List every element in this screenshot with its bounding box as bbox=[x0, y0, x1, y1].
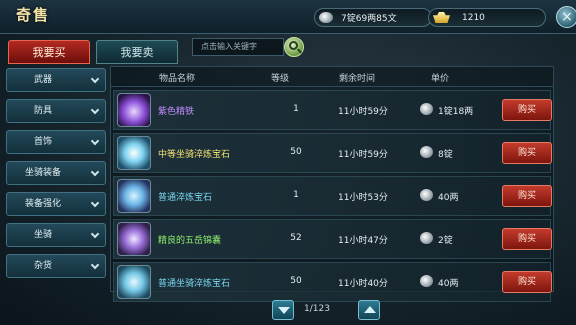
item-time: 11小时59分 bbox=[338, 107, 388, 117]
table-header: 物品名称 等级 剩余时间 单价 bbox=[111, 67, 553, 87]
item-name: 中等坐骑淬炼宝石 bbox=[158, 150, 231, 160]
chevron-down-icon bbox=[90, 260, 100, 270]
sidebar-item-label: 武器 bbox=[33, 75, 52, 85]
gem-icon bbox=[117, 265, 151, 299]
pouch-icon bbox=[117, 222, 151, 256]
table-row[interactable]: 中等坐骑淬炼宝石 50 11小时59分 8锭 购买 bbox=[113, 133, 552, 173]
table-row[interactable]: 紫色精铁 1 11小时59分 1锭18两 购买 bbox=[113, 90, 552, 130]
silver-coin-icon bbox=[420, 189, 433, 201]
gold-amount: 1210 bbox=[462, 12, 485, 23]
chevron-down-icon bbox=[90, 198, 100, 208]
header-time: 剩余时间 bbox=[339, 74, 376, 84]
chevron-down-icon bbox=[90, 136, 100, 146]
sidebar-item-label: 杂货 bbox=[33, 261, 52, 271]
gold-currency: 1210 bbox=[428, 8, 546, 27]
header-price: 单价 bbox=[431, 74, 450, 84]
item-price: 40两 bbox=[438, 193, 459, 203]
table-row[interactable]: 精良的五岳锦囊 52 11小时47分 2锭 购买 bbox=[113, 219, 552, 259]
item-price: 40两 bbox=[438, 279, 459, 289]
item-level: 1 bbox=[293, 104, 299, 114]
silver-coin-icon bbox=[420, 275, 433, 287]
header-name: 物品名称 bbox=[159, 74, 196, 84]
tab-sell[interactable]: 我要卖 bbox=[96, 40, 178, 64]
chevron-down-icon bbox=[90, 74, 100, 84]
auction-window: 奇售 7锭69两85文 1210 × 我要买 我要卖 点击输入关键字 武器 防具… bbox=[0, 0, 576, 325]
listing-table: 物品名称 等级 剩余时间 单价 紫色精铁 1 11小时59分 1锭18两 购买 … bbox=[110, 66, 554, 302]
search-button[interactable] bbox=[284, 37, 304, 57]
sidebar-item-weapons[interactable]: 武器 bbox=[6, 68, 106, 92]
category-sidebar: 武器 防具 首饰 坐骑装备 装备强化 坐骑 杂货 bbox=[6, 68, 106, 285]
item-level: 1 bbox=[293, 190, 299, 200]
item-price: 2锭 bbox=[438, 236, 453, 246]
sidebar-item-misc[interactable]: 杂货 bbox=[6, 254, 106, 278]
item-name: 紫色精铁 bbox=[158, 107, 195, 117]
purple-ore-icon bbox=[117, 93, 151, 127]
page-indicator: 1/123 bbox=[304, 304, 330, 314]
chevron-down-icon bbox=[90, 229, 100, 239]
sidebar-item-label: 首饰 bbox=[33, 137, 52, 147]
item-time: 11小时47分 bbox=[338, 236, 388, 246]
sidebar-item-label: 装备强化 bbox=[24, 199, 61, 209]
sidebar-item-armor[interactable]: 防具 bbox=[6, 99, 106, 123]
item-level: 50 bbox=[290, 276, 302, 286]
item-level: 50 bbox=[290, 147, 302, 157]
buy-button[interactable]: 购买 bbox=[502, 185, 552, 207]
page-next-button[interactable] bbox=[358, 300, 380, 320]
item-name: 精良的五岳锦囊 bbox=[158, 236, 222, 246]
sidebar-item-label: 防具 bbox=[33, 106, 52, 116]
item-name: 普通坐骑淬炼宝石 bbox=[158, 279, 231, 289]
tab-buy[interactable]: 我要买 bbox=[8, 40, 90, 64]
item-time: 11小时59分 bbox=[338, 150, 388, 160]
sidebar-item-label: 坐骑 bbox=[33, 230, 52, 240]
page-prev-button[interactable] bbox=[272, 300, 294, 320]
sidebar-item-mount[interactable]: 坐骑 bbox=[6, 223, 106, 247]
chevron-up-icon bbox=[364, 306, 376, 313]
header-level: 等级 bbox=[271, 74, 290, 84]
table-row[interactable]: 普通淬炼宝石 1 11小时53分 40两 购买 bbox=[113, 176, 552, 216]
gem-icon bbox=[117, 136, 151, 170]
search-input[interactable]: 点击输入关键字 bbox=[192, 38, 284, 56]
table-row[interactable]: 普通坐骑淬炼宝石 50 11小时40分 40两 购买 bbox=[113, 262, 552, 302]
silver-coin-icon bbox=[319, 12, 333, 23]
sidebar-item-mount-gear[interactable]: 坐骑装备 bbox=[6, 161, 106, 185]
window-title: 奇售 bbox=[16, 6, 51, 24]
chevron-down-icon bbox=[90, 105, 100, 115]
item-time: 11小时40分 bbox=[338, 279, 388, 289]
item-price: 8锭 bbox=[438, 150, 453, 160]
silver-coin-icon bbox=[420, 103, 433, 115]
silver-currency: 7锭69两85文 bbox=[314, 8, 432, 27]
close-button[interactable]: × bbox=[556, 6, 576, 28]
sidebar-item-label: 坐骑装备 bbox=[24, 168, 61, 178]
buy-button[interactable]: 购买 bbox=[502, 228, 552, 250]
top-bar: 奇售 7锭69两85文 1210 × bbox=[0, 0, 576, 34]
gem-icon bbox=[117, 179, 151, 213]
item-name: 普通淬炼宝石 bbox=[158, 193, 213, 203]
item-level: 52 bbox=[290, 233, 302, 243]
silver-amount: 7锭69两85文 bbox=[341, 14, 397, 24]
silver-coin-icon bbox=[420, 232, 433, 244]
buy-button[interactable]: 购买 bbox=[502, 142, 552, 164]
sidebar-item-jewelry[interactable]: 首饰 bbox=[6, 130, 106, 154]
sidebar-item-enhance[interactable]: 装备强化 bbox=[6, 192, 106, 216]
gold-ingot-icon bbox=[433, 12, 450, 23]
buy-button[interactable]: 购买 bbox=[502, 271, 552, 293]
item-time: 11小时53分 bbox=[338, 193, 388, 203]
buy-button[interactable]: 购买 bbox=[502, 99, 552, 121]
silver-coin-icon bbox=[420, 146, 433, 158]
chevron-down-icon bbox=[278, 307, 290, 314]
item-price: 1锭18两 bbox=[438, 107, 474, 117]
chevron-down-icon bbox=[90, 167, 100, 177]
